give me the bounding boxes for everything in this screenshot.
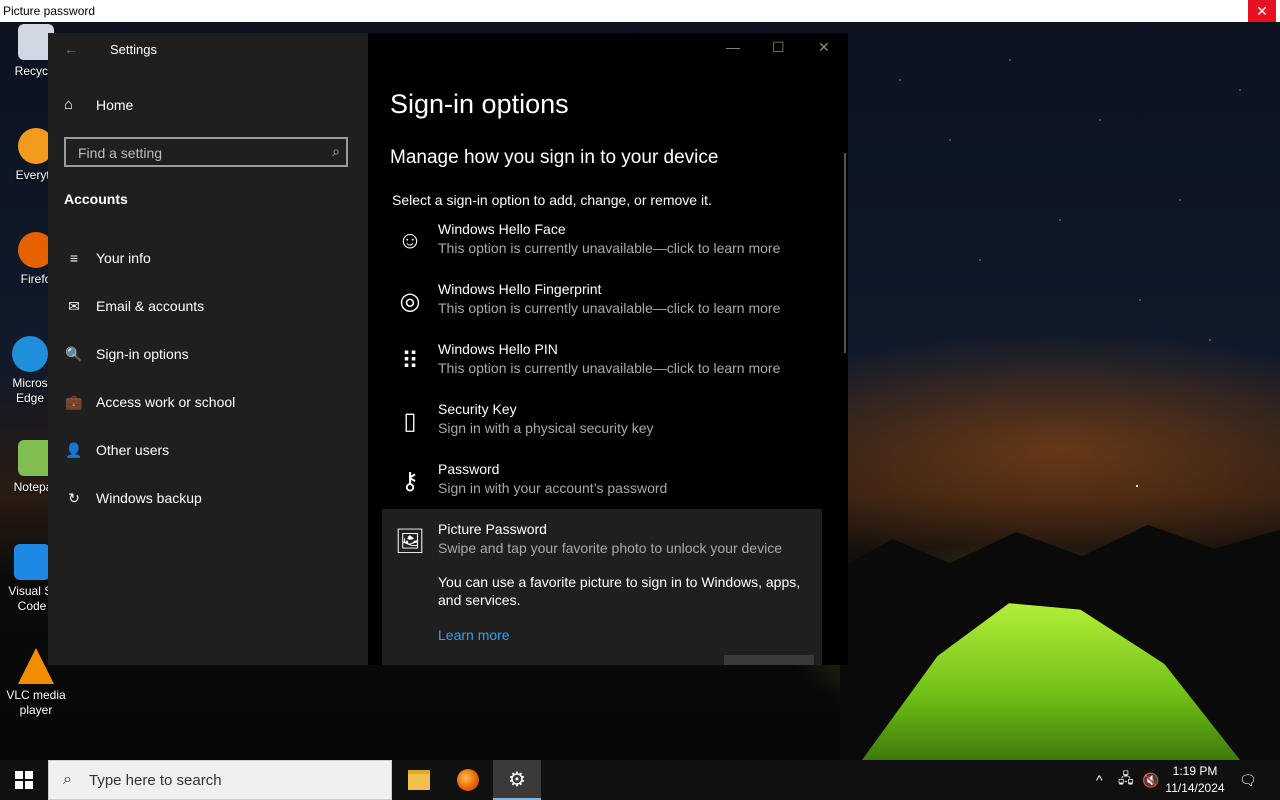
sync-icon: ↻ bbox=[68, 489, 80, 506]
settings-app-title: Settings bbox=[110, 42, 157, 57]
option-windows-hello-fingerprint[interactable]: ◎ Windows Hello Fingerprint This option … bbox=[382, 281, 822, 341]
picture-password-description: You can use a favorite picture to sign i… bbox=[438, 574, 801, 608]
sidebar-item-email-accounts[interactable]: ✉ Email & accounts bbox=[48, 286, 368, 326]
sidebar-item-label: Sign-in options bbox=[96, 346, 189, 362]
folder-icon bbox=[408, 770, 430, 790]
window-close-button[interactable]: ✕ bbox=[818, 39, 830, 56]
option-subtitle: Swipe and tap your favorite photo to unl… bbox=[438, 540, 782, 556]
option-title: Windows Hello Face bbox=[438, 221, 566, 237]
firefox-icon bbox=[457, 769, 479, 791]
main-scrollbar[interactable] bbox=[844, 153, 846, 353]
option-title: Windows Hello PIN bbox=[438, 341, 558, 357]
taskbar-search-placeholder: Type here to search bbox=[89, 772, 222, 789]
taskbar-clock[interactable]: 1:19 PM 11/14/2024 bbox=[1160, 763, 1230, 797]
face-icon: ☺ bbox=[397, 227, 423, 254]
taskbar-file-explorer[interactable] bbox=[395, 760, 443, 800]
sidebar-item-label: Other users bbox=[96, 442, 170, 458]
option-windows-hello-face[interactable]: ☺ Windows Hello Face This option is curr… bbox=[382, 221, 822, 281]
back-arrow-icon[interactable]: ← bbox=[64, 41, 78, 57]
briefcase-icon: 💼 bbox=[65, 393, 83, 410]
start-button[interactable] bbox=[0, 760, 48, 800]
option-title: Picture Password bbox=[438, 521, 547, 537]
settings-sidebar: ← Settings ⌂ Home ⌕ Accounts ≡ Your info… bbox=[48, 33, 368, 665]
add-button[interactable] bbox=[724, 655, 814, 665]
sidebar-item-label: Home bbox=[96, 96, 134, 113]
sidebar-item-label: Email & accounts bbox=[96, 298, 205, 314]
option-subtitle: This option is currently unavailable—cli… bbox=[438, 300, 781, 316]
desktop-icon-label: Micros Edge bbox=[12, 376, 48, 405]
sidebar-item-access-work-school[interactable]: 💼 Access work or school bbox=[48, 382, 368, 422]
picture-password-close-button[interactable]: ✕ bbox=[1248, 0, 1276, 22]
pin-keypad-icon: ⠿ bbox=[401, 347, 419, 375]
option-subtitle: Sign in with a physical security key bbox=[438, 420, 654, 436]
fingerprint-icon: ◎ bbox=[399, 287, 421, 315]
minimize-button[interactable]: — bbox=[726, 39, 740, 55]
option-title: Password bbox=[438, 461, 500, 477]
find-setting-input[interactable] bbox=[76, 139, 320, 167]
usb-key-icon: ▯ bbox=[403, 407, 417, 435]
page-subtitle: Manage how you sign in to your device bbox=[390, 147, 719, 168]
sidebar-item-label: Access work or school bbox=[96, 394, 236, 410]
picture-icon: 🖼 bbox=[394, 527, 426, 555]
option-windows-hello-pin[interactable]: ⠿ Windows Hello PIN This option is curre… bbox=[382, 341, 822, 401]
settings-main-pane: — ☐ ✕ Sign-in options Manage how you sig… bbox=[368, 33, 848, 665]
taskbar: ⌕ Type here to search ⚙ ^ 🖧 🔇 1:19 PM 11… bbox=[0, 760, 1280, 800]
edge-icon bbox=[12, 336, 48, 372]
taskbar-firefox[interactable] bbox=[444, 760, 492, 800]
option-security-key[interactable]: ▯ Security Key Sign in with a physical s… bbox=[382, 401, 822, 461]
page-title: Sign-in options bbox=[390, 89, 569, 119]
your-info-icon: ≡ bbox=[69, 250, 79, 266]
clock-time: 1:19 PM bbox=[1172, 764, 1218, 778]
sidebar-item-label: Your info bbox=[96, 250, 151, 266]
maximize-button[interactable]: ☐ bbox=[772, 39, 785, 56]
section-title-accounts: Accounts bbox=[64, 191, 128, 207]
taskbar-search-box[interactable]: ⌕ Type here to search bbox=[48, 760, 392, 800]
sidebar-item-label: Windows backup bbox=[96, 490, 202, 506]
sidebar-item-windows-backup[interactable]: ↻ Windows backup bbox=[48, 478, 368, 518]
sidebar-item-other-users[interactable]: 👤 Other users bbox=[48, 430, 368, 470]
volume-muted-icon[interactable]: 🔇 bbox=[1142, 760, 1159, 800]
sidebar-item-sign-in-options[interactable]: 🔍 Sign-in options bbox=[48, 334, 368, 374]
email-icon: ✉ bbox=[68, 297, 80, 314]
option-picture-password[interactable]: 🖼 Picture Password Swipe and tap your fa… bbox=[382, 509, 822, 665]
page-description: Select a sign-in option to add, change, … bbox=[392, 192, 712, 208]
taskbar-settings[interactable]: ⚙ bbox=[493, 760, 541, 800]
option-subtitle: This option is currently unavailable—cli… bbox=[438, 240, 781, 256]
search-icon[interactable]: ⌕ bbox=[332, 143, 340, 160]
sidebar-item-home[interactable]: ⌂ Home bbox=[64, 96, 133, 113]
picture-password-title: Picture password bbox=[3, 4, 96, 18]
option-title: Windows Hello Fingerprint bbox=[438, 281, 602, 297]
network-icon[interactable]: 🖧 bbox=[1118, 760, 1134, 800]
option-title: Security Key bbox=[438, 401, 517, 417]
gear-icon: ⚙ bbox=[508, 768, 526, 791]
clock-date: 11/14/2024 bbox=[1165, 781, 1225, 795]
chevron-up-icon[interactable]: ^ bbox=[1096, 760, 1103, 800]
find-setting-search-box: ⌕ bbox=[64, 137, 348, 167]
windows-logo-icon bbox=[15, 771, 33, 789]
person-add-icon: 👤 bbox=[65, 441, 83, 458]
key-icon: 🔍 bbox=[65, 345, 83, 362]
notification-icon[interactable]: 🗨 bbox=[1239, 760, 1257, 800]
settings-window: ← Settings ⌂ Home ⌕ Accounts ≡ Your info… bbox=[48, 33, 848, 665]
option-subtitle: This option is currently unavailable—cli… bbox=[438, 360, 781, 376]
desktop-icon-label: Firefo bbox=[20, 272, 52, 286]
learn-more-link[interactable]: Learn more bbox=[438, 627, 510, 643]
vscode-icon bbox=[14, 544, 50, 580]
sidebar-item-your-info[interactable]: ≡ Your info bbox=[48, 238, 368, 278]
option-subtitle: Sign in with your account’s password bbox=[438, 480, 668, 496]
picture-password-window-bar: Picture password ✕ bbox=[0, 0, 1280, 22]
home-icon: ⌂ bbox=[64, 96, 74, 113]
password-key-icon: ⚷ bbox=[401, 467, 419, 495]
desktop-icon-label: VLC media player bbox=[6, 688, 66, 717]
search-icon: ⌕ bbox=[63, 771, 72, 788]
